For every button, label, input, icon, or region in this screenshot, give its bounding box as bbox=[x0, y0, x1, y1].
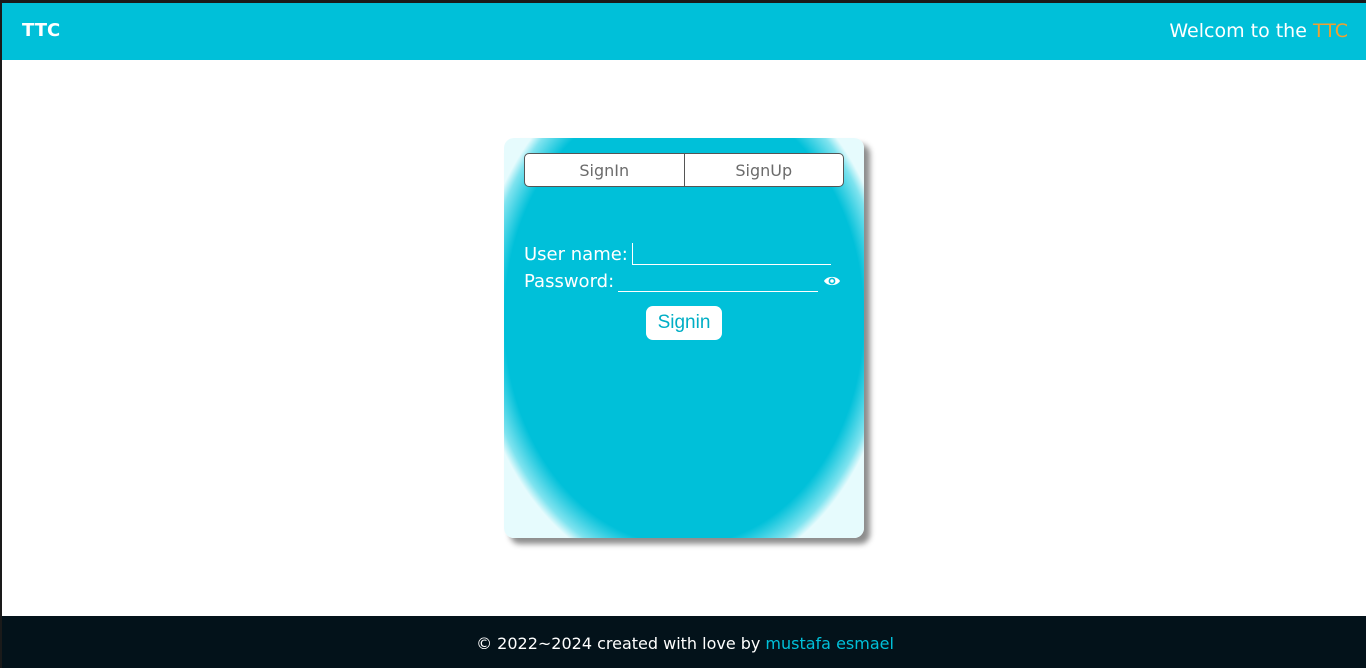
welcome-brand: TTC bbox=[1312, 20, 1348, 42]
password-row: Password: bbox=[524, 265, 854, 292]
welcome-text: Welcom to the bbox=[1169, 20, 1313, 42]
page: TTC Welcom to the TTC SignIn SignUp User… bbox=[0, 0, 1366, 668]
username-row: User name: bbox=[524, 238, 854, 265]
password-input[interactable] bbox=[618, 270, 819, 292]
auth-tabs: SignIn SignUp bbox=[524, 153, 844, 187]
author-link[interactable]: mustafa esmael bbox=[765, 634, 894, 653]
auth-card: SignIn SignUp User name: Password: Signi… bbox=[504, 138, 864, 538]
signin-button[interactable]: Signin bbox=[646, 306, 722, 340]
tab-signin[interactable]: SignIn bbox=[525, 154, 684, 186]
brand-logo[interactable]: TTC bbox=[22, 20, 60, 41]
top-navbar: TTC Welcom to the TTC bbox=[2, 3, 1366, 60]
username-input[interactable] bbox=[631, 243, 831, 265]
username-label: User name: bbox=[524, 244, 628, 265]
signin-form: User name: Password: bbox=[524, 238, 854, 292]
welcome-message: Welcom to the TTC bbox=[1169, 20, 1348, 42]
copyright-text: © 2022~2024 created with love by bbox=[476, 634, 761, 653]
tab-signup[interactable]: SignUp bbox=[683, 154, 844, 186]
footer: © 2022~2024 created with love by mustafa… bbox=[2, 616, 1366, 668]
eye-icon[interactable] bbox=[823, 272, 841, 290]
password-label: Password: bbox=[524, 271, 615, 292]
